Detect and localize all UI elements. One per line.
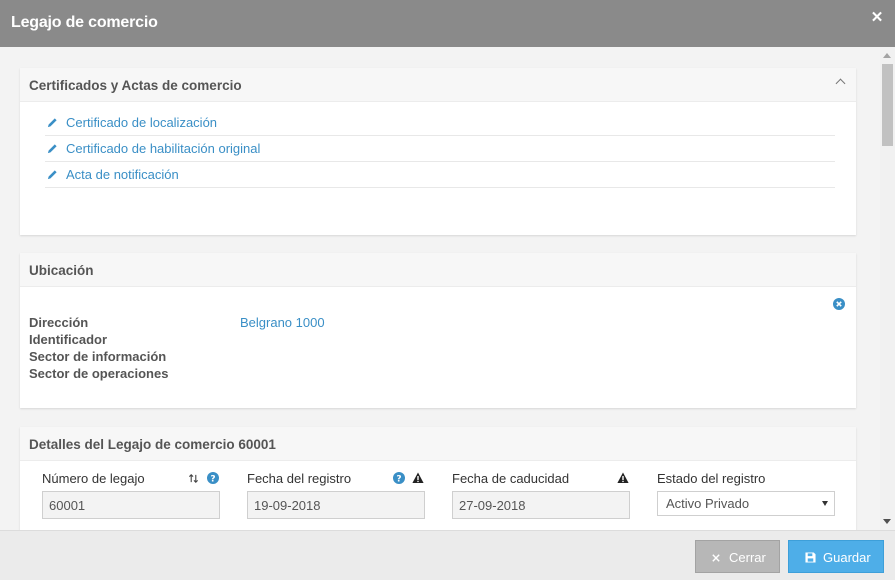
acta-notificacion-link[interactable]: Acta de notificación: [45, 162, 835, 188]
warning-icon: [617, 472, 629, 483]
direccion-value[interactable]: Belgrano 1000: [240, 315, 325, 330]
estado-registro-label: Estado del registro: [657, 471, 766, 486]
dropdown-caret-icon: [822, 501, 828, 506]
modal-content: Certificados y Actas de comercio Certifi…: [0, 47, 880, 530]
fecha-registro-input[interactable]: [247, 491, 425, 519]
fecha-caducidad-input[interactable]: [452, 491, 630, 519]
guardar-label: Guardar: [823, 550, 871, 565]
certificado-localizacion-link[interactable]: Certificado de localización: [45, 110, 835, 136]
detalles-panel-header: Detalles del Legajo de comercio 60001: [20, 427, 856, 461]
numero-legajo-input[interactable]: [42, 491, 220, 519]
ubicacion-panel: Ubicación Dirección Belgrano 1000 Identi…: [20, 253, 856, 408]
fecha-caducidad-label: Fecha de caducidad: [452, 471, 570, 486]
cerrar-button[interactable]: Cerrar: [695, 540, 780, 573]
sector-informacion-label: Sector de información: [29, 349, 167, 364]
remove-circle-icon[interactable]: [833, 298, 845, 310]
numero-legajo-icons: ?: [188, 472, 220, 485]
certificados-list: Certificado de localización Certificado …: [45, 110, 835, 188]
identificador-label: Identificador: [29, 332, 108, 347]
vertical-scrollbar[interactable]: [880, 47, 895, 530]
ubicacion-panel-title: Ubicación: [29, 263, 94, 278]
svg-text:?: ?: [396, 474, 401, 484]
certificados-panel: Certificados y Actas de comercio Certifi…: [20, 68, 856, 235]
cerrar-label: Cerrar: [729, 550, 766, 565]
help-icon[interactable]: ?: [393, 472, 405, 484]
scrollbar-thumb[interactable]: [882, 64, 893, 146]
certificado-label: Acta de notificación: [66, 167, 179, 182]
certificado-label: Certificado de localización: [66, 115, 218, 130]
save-floppy-icon: [805, 552, 816, 563]
pencil-icon: [47, 144, 57, 154]
modal-titlebar: Legajo de comercio ✕: [0, 0, 895, 47]
detalles-panel-title: Detalles del Legajo de comercio 60001: [29, 437, 276, 452]
chevron-up-icon[interactable]: [835, 78, 846, 89]
scroll-down-arrow-icon[interactable]: [883, 519, 891, 524]
detalles-fields: Número de legajo ? Fecha del registro: [20, 461, 856, 530]
certificados-panel-header[interactable]: Certificados y Actas de comercio: [20, 68, 856, 102]
help-icon[interactable]: ?: [207, 472, 219, 484]
scroll-up-arrow-icon[interactable]: [883, 53, 891, 58]
modal-footer: Cerrar Guardar: [0, 530, 895, 580]
guardar-button[interactable]: Guardar: [788, 540, 884, 573]
fecha-caducidad-icons: [617, 472, 630, 485]
modal-title: Legajo de comercio: [11, 14, 158, 31]
estado-registro-value: Activo Privado: [666, 496, 750, 511]
ubicacion-panel-header: Ubicación: [20, 253, 856, 287]
certificados-panel-title: Certificados y Actas de comercio: [29, 78, 242, 93]
detalles-panel: Detalles del Legajo de comercio 60001 Nú…: [20, 427, 856, 530]
pencil-icon: [47, 118, 57, 128]
certificado-label: Certificado de habilitación original: [66, 141, 261, 156]
pencil-icon: [47, 170, 57, 180]
sector-operaciones-label: Sector de operaciones: [29, 366, 169, 381]
fecha-registro-icons: ?: [393, 472, 425, 485]
certificado-habilitacion-link[interactable]: Certificado de habilitación original: [45, 136, 835, 162]
warning-icon: [412, 472, 424, 483]
close-icon[interactable]: ✕: [869, 10, 885, 26]
svg-text:?: ?: [210, 474, 215, 484]
fecha-registro-label: Fecha del registro: [247, 471, 352, 486]
close-x-icon: [712, 554, 720, 562]
numero-legajo-label: Número de legajo: [42, 471, 145, 486]
direccion-label: Dirección: [29, 315, 89, 330]
sort-arrows-icon[interactable]: [188, 473, 199, 484]
estado-registro-select[interactable]: Activo Privado: [657, 491, 835, 516]
